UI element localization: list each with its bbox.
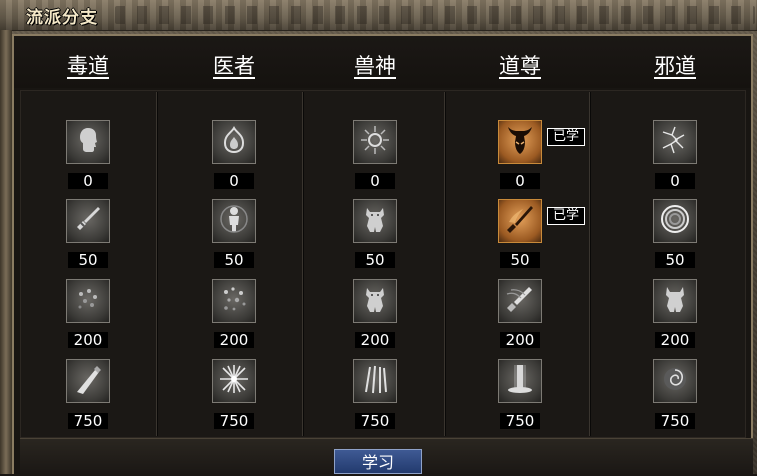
left-frame-rail [0, 30, 12, 474]
skill-slot[interactable] [66, 279, 110, 323]
skill-cost: 0 [655, 173, 695, 189]
skill-cost: 200 [355, 332, 395, 348]
title-ornament [115, 6, 755, 24]
skill-slot[interactable] [653, 199, 697, 243]
skill-cost: 750 [214, 413, 254, 429]
skill-slot[interactable] [653, 279, 697, 323]
skill-slot[interactable] [353, 279, 397, 323]
flame-orb-icon [217, 123, 251, 161]
skill-cost: 50 [655, 252, 695, 268]
skill-cost: 50 [214, 252, 254, 268]
skill-slot[interactable] [653, 120, 697, 164]
demon-figure-icon [658, 282, 692, 320]
wind-sword-icon [503, 282, 537, 320]
skill-cost: 750 [355, 413, 395, 429]
skill-slot[interactable] [212, 120, 256, 164]
skill-slot[interactable] [498, 279, 542, 323]
skill-cost: 0 [355, 173, 395, 189]
skill-slot[interactable] [353, 199, 397, 243]
skill-cost: 50 [355, 252, 395, 268]
healer-figure-icon [217, 202, 251, 240]
skill-cost: 750 [68, 413, 108, 429]
skill-slot[interactable] [498, 120, 542, 164]
sword-icon [71, 202, 105, 240]
school-header[interactable]: 邪道 [625, 50, 725, 80]
burst-icon [217, 362, 251, 400]
skill-slot[interactable] [498, 199, 542, 243]
dark-rose-icon [658, 362, 692, 400]
column-divider [444, 92, 446, 436]
skill-slot[interactable] [66, 199, 110, 243]
skill-cost: 200 [500, 332, 540, 348]
spore-cloud-icon [217, 282, 251, 320]
flaming-sword-icon [503, 202, 537, 240]
skill-cost: 750 [500, 413, 540, 429]
column-divider [302, 92, 304, 436]
beast-warrior-icon [358, 202, 392, 240]
column-divider [156, 92, 158, 436]
school-header[interactable]: 毒道 [38, 50, 138, 80]
learned-badge: 已学 [547, 128, 585, 146]
column-divider [589, 92, 591, 436]
skill-slot[interactable] [212, 279, 256, 323]
skill-slot[interactable] [66, 359, 110, 403]
skill-cost: 0 [214, 173, 254, 189]
skill-cost: 200 [655, 332, 695, 348]
school-header[interactable]: 道尊 [470, 50, 570, 80]
skill-slot[interactable] [653, 359, 697, 403]
claw-slash-icon [358, 362, 392, 400]
skill-slot[interactable] [498, 359, 542, 403]
skill-slot[interactable] [66, 120, 110, 164]
skill-slot[interactable] [212, 359, 256, 403]
skill-slot[interactable] [212, 199, 256, 243]
skill-cost: 50 [68, 252, 108, 268]
ring-target-icon [658, 202, 692, 240]
shatter-icon [658, 123, 692, 161]
panel-title: 流派分支 [26, 8, 98, 28]
learn-button[interactable]: 学习 [334, 449, 422, 474]
skill-cost: 0 [500, 173, 540, 189]
title-bar: 流派分支 [0, 0, 757, 31]
light-pillar-icon [503, 362, 537, 400]
skill-cost: 750 [655, 413, 695, 429]
beast-warrior-icon [358, 282, 392, 320]
horned-helm-icon [503, 123, 537, 161]
skill-cost: 200 [68, 332, 108, 348]
poison-cloud-icon [71, 282, 105, 320]
sun-rune-icon [358, 123, 392, 161]
school-header[interactable]: 医者 [184, 50, 284, 80]
skill-cost: 200 [214, 332, 254, 348]
blade-strike-icon [71, 362, 105, 400]
school-header[interactable]: 兽神 [325, 50, 425, 80]
skill-slot[interactable] [353, 120, 397, 164]
skill-cost: 0 [68, 173, 108, 189]
head-silhouette-icon [71, 123, 105, 161]
learned-badge: 已学 [547, 207, 585, 225]
skill-cost: 50 [500, 252, 540, 268]
skill-slot[interactable] [353, 359, 397, 403]
